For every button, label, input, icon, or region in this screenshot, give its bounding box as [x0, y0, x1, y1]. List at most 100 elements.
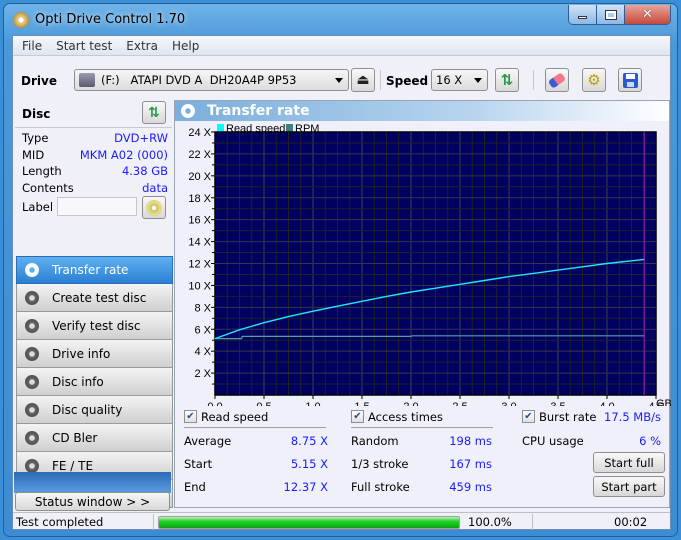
toolbar-separator — [533, 70, 534, 90]
disc-value: MKM A02 (000) — [79, 147, 168, 162]
nav-cd-bler[interactable]: CD Bler — [16, 424, 173, 452]
disc-value: DVD+RW — [114, 131, 168, 145]
disc-label-button[interactable] — [142, 196, 166, 219]
status-separator — [532, 514, 533, 530]
burst-rate-checkbox[interactable]: ✔ — [522, 410, 535, 423]
close-icon: ✕ — [642, 7, 653, 22]
transfer-rate-chart: Read speed RPM 2 X4 X6 X8 X10 X12 X14 X1… — [188, 123, 671, 406]
minimize-button[interactable] — [569, 5, 597, 24]
window-controls: ✕ — [568, 5, 671, 25]
status-bar: Test completed 100.0% 00:02 — [13, 512, 670, 530]
toolbar: Drive (F:) ATAPI DVD A DH20A4P 9P53 ⏏ Sp… — [13, 58, 670, 98]
disc-header: Disc ⇅ — [15, 100, 172, 128]
disc-icon — [146, 199, 162, 216]
drive-select[interactable]: (F:) ATAPI DVD A DH20A4P 9P53 — [74, 69, 349, 91]
status-separator — [153, 514, 154, 530]
random-label: Random — [351, 434, 399, 448]
chevron-down-icon — [474, 78, 482, 83]
refresh-icon: ⇅ — [148, 104, 160, 121]
read-speed-checkbox[interactable]: ✔ — [184, 410, 197, 423]
nav-label: Disc info — [52, 374, 104, 389]
progress-bar — [158, 516, 460, 529]
burst-rate-label: Burst rate — [539, 410, 597, 424]
erase-button[interactable] — [545, 68, 569, 92]
y-tick-label: 20 X — [188, 171, 211, 183]
random-value: 198 ms — [449, 434, 492, 448]
y-tick-label: 22 X — [188, 149, 211, 161]
title-bar[interactable]: Opti Drive Control 1.70 ✕ — [4, 4, 677, 34]
transfer-rate-icon — [25, 263, 39, 277]
menu-help[interactable]: Help — [166, 39, 207, 53]
transfer-rate-panel: Transfer rate Read speed RPM 2 X4 X6 X8 … — [174, 100, 671, 508]
disc-title: Disc — [22, 107, 51, 121]
access-times-label: Access times — [368, 410, 443, 424]
nav-label: Create test disc — [52, 290, 147, 305]
fe-te-icon — [25, 458, 39, 473]
nav-label: Disc quality — [52, 402, 123, 417]
nav-drive-info[interactable]: Drive info — [16, 340, 173, 368]
close-button[interactable]: ✕ — [625, 5, 670, 24]
nav-label: Drive info — [52, 346, 111, 361]
nav-label: Transfer rate — [52, 263, 129, 277]
disc-info: Type DVD+RW MID MKM A02 (000) Length 4.38 G… — [15, 128, 172, 220]
sidebar-footer-strip — [14, 472, 171, 493]
y-tick-label: 4 X — [194, 346, 211, 358]
disc-key: Label — [22, 200, 54, 214]
app-window: Opti Drive Control 1.70 ✕ File Start tes… — [3, 3, 678, 537]
speed-select[interactable]: 16 X — [431, 69, 488, 91]
nav-disc-quality[interactable]: Disc quality — [16, 396, 173, 424]
minimize-icon — [578, 16, 587, 19]
eraser-icon — [547, 71, 567, 89]
maximize-button[interactable] — [597, 5, 625, 24]
disc-key: MID — [22, 147, 45, 162]
maximize-icon — [604, 9, 617, 20]
save-icon — [622, 72, 638, 88]
y-tick-label: 14 X — [188, 237, 211, 249]
eject-button[interactable]: ⏏ — [351, 68, 375, 92]
menu-file[interactable]: File — [16, 39, 50, 53]
nav-disc-info[interactable]: Disc info — [16, 368, 173, 396]
disc-key: Contents — [22, 180, 74, 195]
settings-button[interactable]: ⚙ — [582, 68, 606, 92]
refresh-button[interactable]: ⇅ — [495, 68, 519, 92]
disc-row-mid: MID MKM A02 (000) — [15, 147, 172, 164]
menu-extra[interactable]: Extra — [120, 39, 166, 53]
start-full-button[interactable]: Start full — [593, 452, 665, 473]
disc-row-label: Label — [15, 196, 172, 220]
menu-start-test[interactable]: Start test — [50, 39, 120, 53]
disc-info-icon — [25, 374, 39, 389]
refresh-icon: ⇅ — [500, 71, 514, 89]
disc-row-contents: Contents data — [15, 180, 172, 197]
burst-rate-value: 17.5 MB/s — [604, 410, 661, 424]
disc-quality-icon — [25, 402, 39, 417]
nav-transfer-rate[interactable]: Transfer rate — [16, 256, 173, 284]
disc-row-type: Type DVD+RW — [15, 130, 172, 147]
third-stroke-label: 1/3 stroke — [351, 457, 409, 471]
disc-label-input[interactable] — [57, 197, 137, 216]
sidebar: Disc ⇅ Type DVD+RW MID MKM A02 (000) Lengt… — [15, 100, 173, 508]
nav-label: FE / TE — [52, 458, 94, 473]
transfer-rate-icon — [181, 104, 195, 118]
read-speed-label: Read speed — [201, 410, 269, 424]
cpu-usage-label: CPU usage — [522, 434, 584, 448]
disc-refresh-button[interactable]: ⇅ — [142, 101, 166, 124]
nav-verify-test-disc[interactable]: Verify test disc — [16, 312, 173, 340]
y-tick-label: 6 X — [194, 324, 211, 336]
start-part-button[interactable]: Start part — [593, 476, 665, 497]
toolbar-separator — [380, 70, 381, 90]
y-tick-label: 12 X — [188, 259, 211, 271]
save-button[interactable] — [618, 68, 642, 92]
stats-area: ✔ Read speed Average 8.75 X Start 5.15 X… — [175, 404, 671, 504]
drive-label: Drive — [21, 74, 57, 88]
y-tick-label: 2 X — [194, 368, 211, 380]
nav-label: CD Bler — [52, 430, 98, 445]
divider — [184, 427, 326, 428]
start-label: Start — [184, 457, 213, 471]
create-disc-icon — [25, 290, 39, 305]
eject-icon: ⏏ — [356, 72, 370, 88]
gears-icon: ⚙ — [587, 71, 601, 89]
status-window-button[interactable]: Status window > > — [15, 492, 170, 511]
drive-icon — [79, 73, 95, 87]
access-times-checkbox[interactable]: ✔ — [351, 410, 364, 423]
nav-create-test-disc[interactable]: Create test disc — [16, 284, 173, 312]
